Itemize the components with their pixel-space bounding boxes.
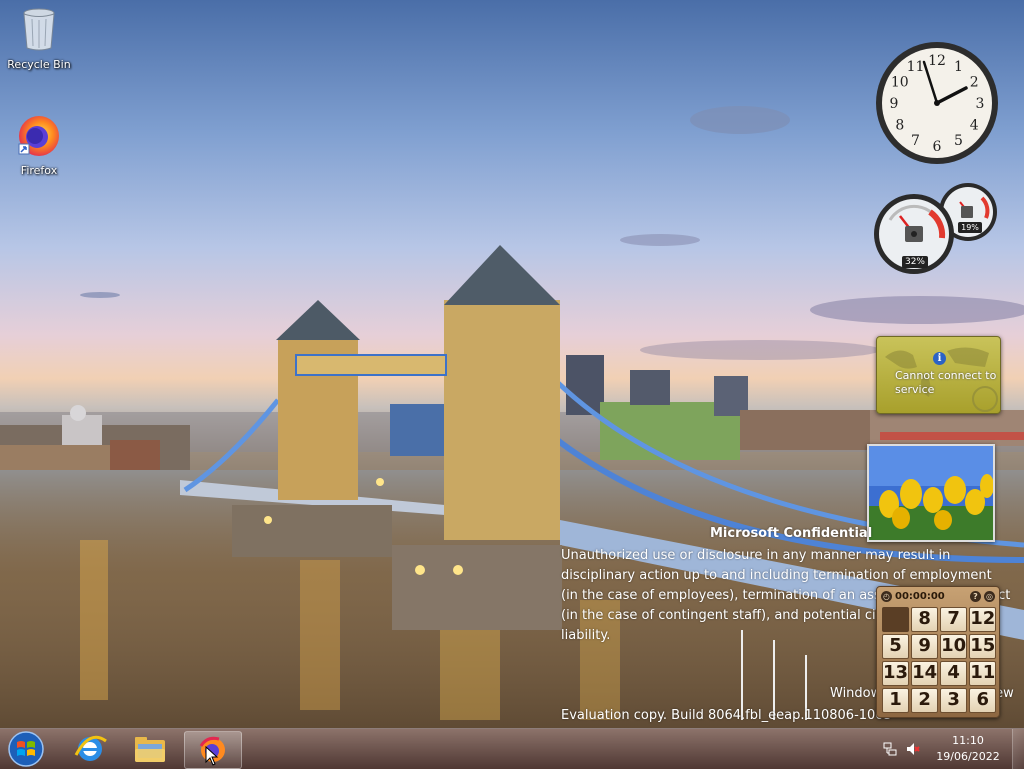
- clock-numeral: 6: [933, 139, 942, 155]
- clock-numeral: 5: [954, 133, 963, 149]
- puzzle-help-icon[interactable]: ?: [970, 591, 981, 602]
- taskbar: 11:10 19/06/2022: [0, 728, 1024, 769]
- clock-numeral: 1: [954, 59, 963, 75]
- puzzle-tile[interactable]: 4: [940, 661, 968, 686]
- cpu-meter-gadget[interactable]: 32% 19%: [872, 180, 1002, 276]
- analog-clock-face: 12 12 3 45678 9 1011: [876, 42, 998, 164]
- clock-numeral: 10: [891, 75, 909, 91]
- info-icon: i: [933, 352, 946, 365]
- clock-numeral: 9: [890, 96, 899, 112]
- taskbar-clock[interactable]: 11:10 19/06/2022: [928, 733, 1008, 765]
- puzzle-header: ◴ 00:00:00 ? ◎: [881, 590, 995, 604]
- slideshow-gadget[interactable]: [867, 444, 995, 542]
- puzzle-tile[interactable]: 15: [969, 634, 997, 659]
- puzzle-grid: 8 7 12 5 9 10 15 13 14 4 11 1 2 3 6: [882, 607, 997, 713]
- puzzle-tile[interactable]: 2: [911, 688, 939, 713]
- folder-icon: [135, 737, 165, 762]
- puzzle-timer: 00:00:00: [895, 591, 945, 602]
- puzzle-tile[interactable]: 7: [940, 607, 968, 632]
- mouse-cursor-icon: [205, 746, 219, 766]
- recycle-bin-shortcut[interactable]: Recycle Bin: [1, 6, 77, 71]
- watermark-title: Microsoft Confidential: [710, 526, 873, 541]
- picture-puzzle-gadget[interactable]: ◴ 00:00:00 ? ◎ 8 7 12 5 9 10 15 13 14 4 …: [876, 586, 1000, 718]
- puzzle-tile[interactable]: 8: [911, 607, 939, 632]
- clock-numeral: 8: [895, 118, 904, 134]
- firefox-shortcut[interactable]: Firefox: [1, 112, 77, 177]
- memory-usage-label: 19%: [958, 222, 982, 233]
- clock-numeral: 7: [911, 133, 920, 149]
- clock-numeral: 4: [970, 118, 979, 134]
- show-desktop-button[interactable]: [1012, 729, 1024, 769]
- puzzle-tile[interactable]: 6: [969, 688, 997, 713]
- puzzle-tile[interactable]: 12: [969, 607, 997, 632]
- firefox-label: Firefox: [20, 164, 58, 177]
- clock-gadget[interactable]: 12 1 2 3 4 5 6 7 8 9 10 11: [874, 40, 1000, 166]
- clock-numeral: 2: [970, 75, 979, 91]
- clock-numeral: 3: [976, 96, 985, 112]
- puzzle-tile[interactable]: 13: [882, 661, 910, 686]
- cpu-usage-label: 32%: [902, 256, 928, 268]
- weather-error-message: Cannot connect to service: [895, 369, 997, 396]
- puzzle-timer-icon[interactable]: ◴: [881, 591, 892, 602]
- taskbar-date: 19/06/2022: [936, 750, 1000, 763]
- puzzle-tile[interactable]: 1: [882, 688, 910, 713]
- puzzle-solve-icon[interactable]: ◎: [984, 591, 995, 602]
- recycle-bin-label: Recycle Bin: [7, 58, 71, 71]
- taskbar-time: 11:10: [952, 734, 984, 747]
- start-button[interactable]: [6, 730, 46, 768]
- puzzle-tile[interactable]: 11: [969, 661, 997, 686]
- internet-explorer-button[interactable]: [62, 731, 118, 767]
- weather-gadget[interactable]: i Cannot connect to service: [876, 336, 1001, 414]
- puzzle-tile[interactable]: 14: [911, 661, 939, 686]
- tulips-photo: [869, 446, 993, 540]
- puzzle-tile[interactable]: 10: [940, 634, 968, 659]
- clock-numeral: 12: [928, 53, 946, 69]
- windows-logo-icon: [8, 731, 44, 767]
- puzzle-tile[interactable]: 9: [911, 634, 939, 659]
- puzzle-tile-empty[interactable]: [882, 607, 910, 632]
- puzzle-tile[interactable]: 3: [940, 688, 968, 713]
- firefox-taskbar-button[interactable]: [184, 731, 242, 769]
- firefox-icon: [18, 116, 59, 156]
- watermark-build: Evaluation copy. Build 8064.fbl_eeap.110…: [561, 708, 892, 723]
- memory-chip-icon: [961, 206, 973, 218]
- ie-icon: [74, 735, 107, 761]
- network-icon[interactable]: [882, 741, 898, 757]
- volume-muted-icon[interactable]: [905, 741, 921, 757]
- file-explorer-button[interactable]: [122, 731, 178, 767]
- recycle-bin-icon: [23, 8, 55, 51]
- puzzle-tile[interactable]: 5: [882, 634, 910, 659]
- clock-numeral: 11: [907, 59, 925, 75]
